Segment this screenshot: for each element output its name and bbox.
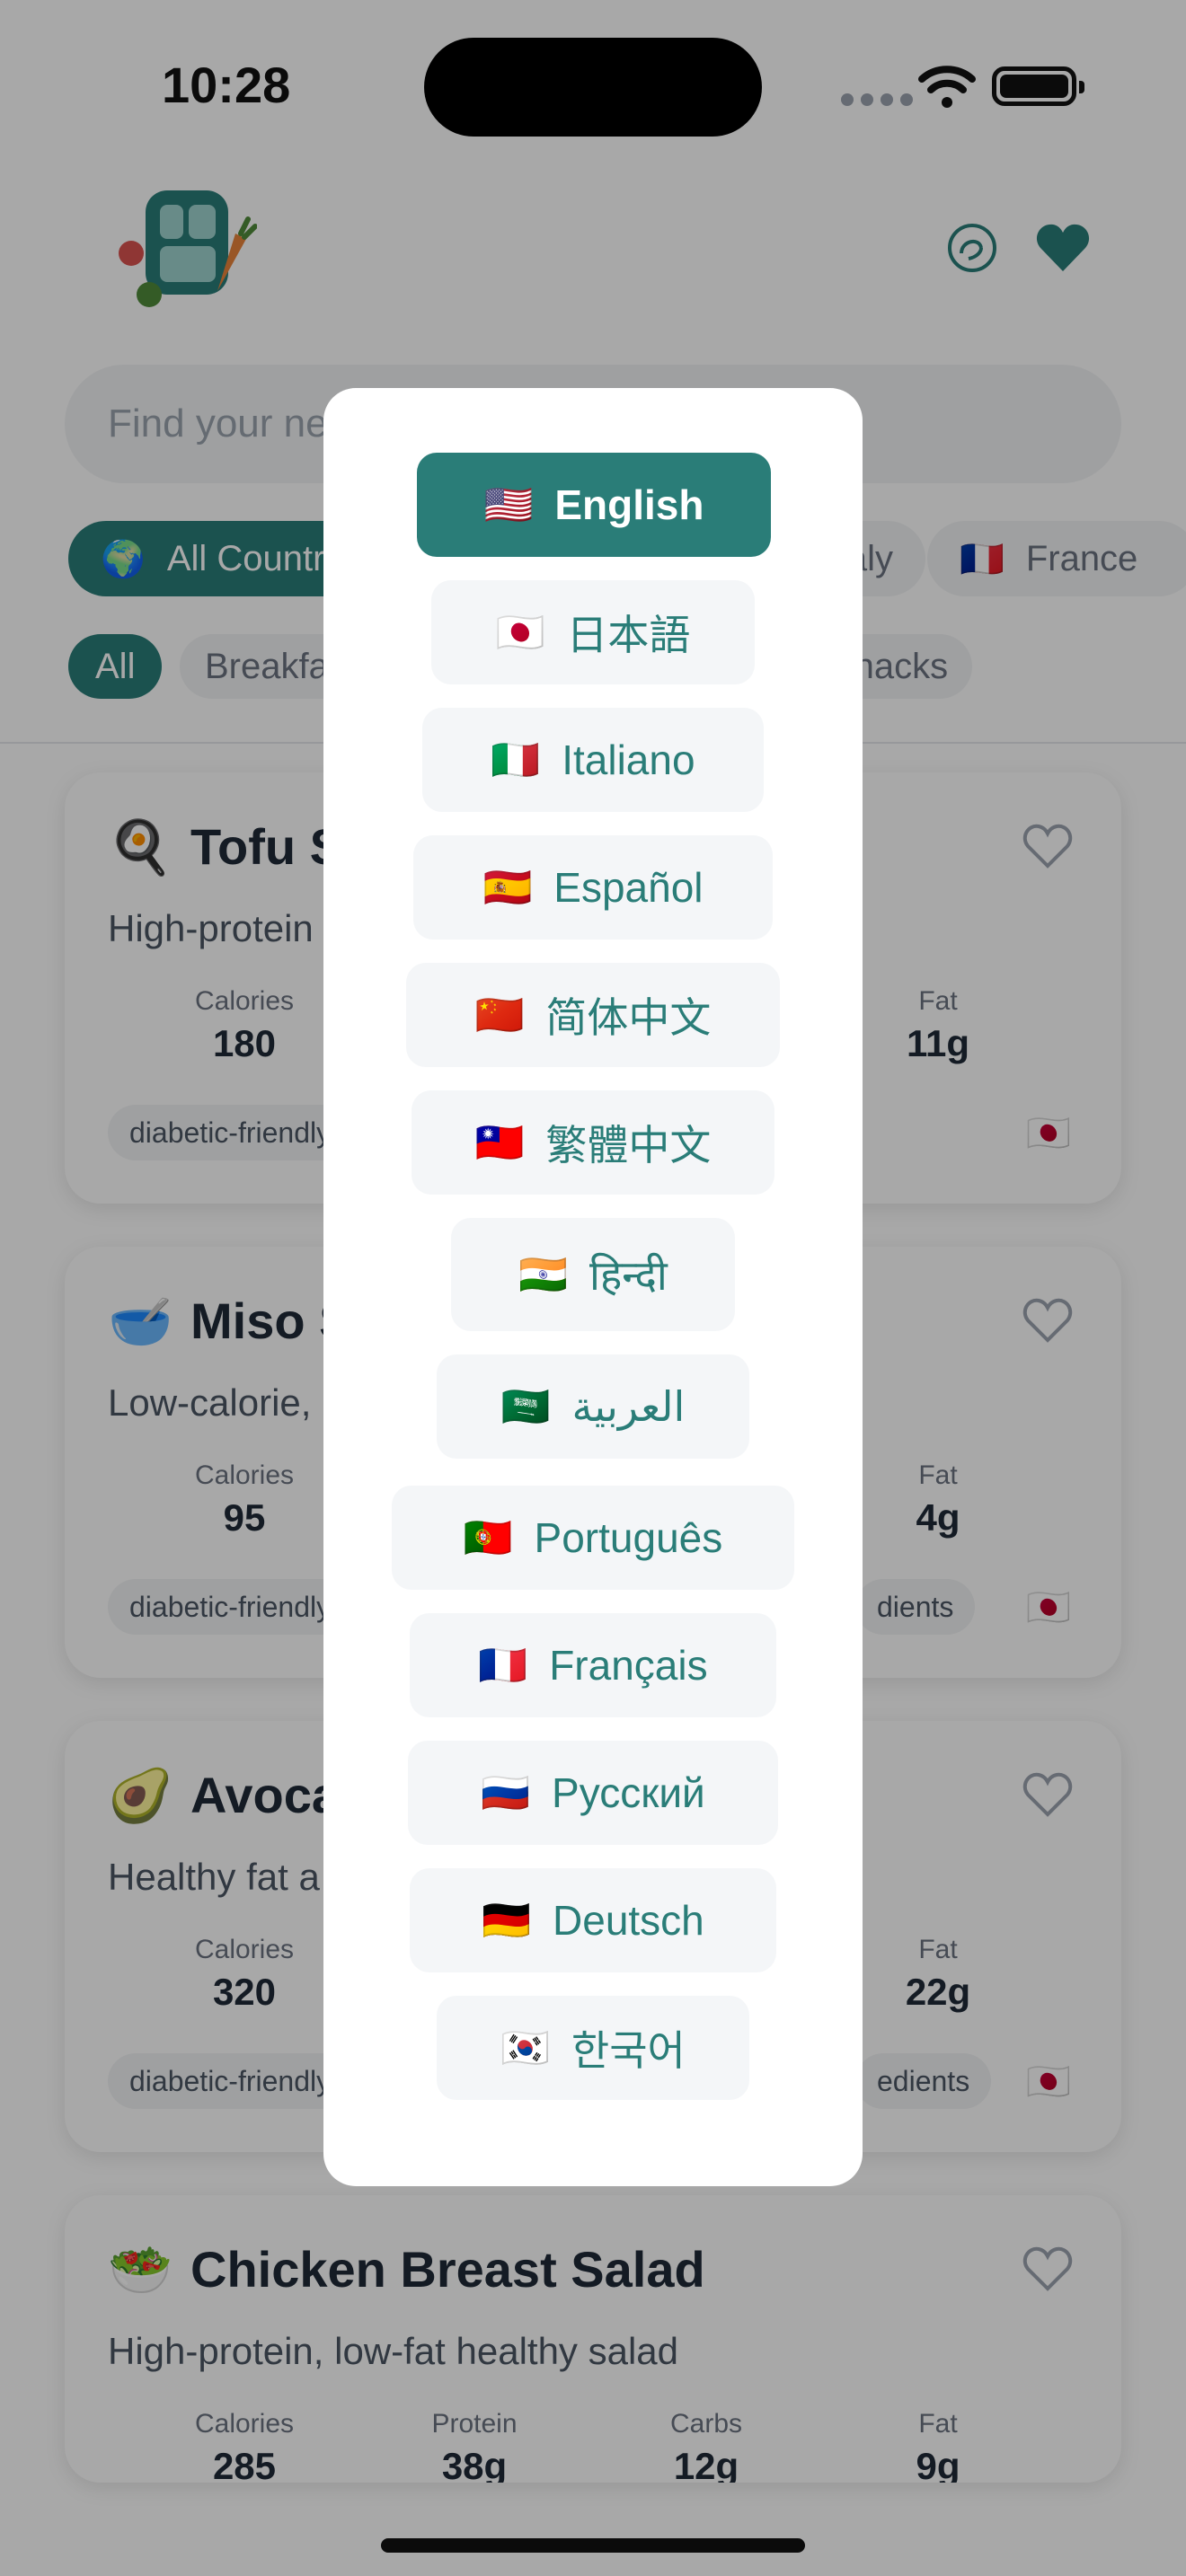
language-label: Русский xyxy=(552,1769,705,1816)
taiwan-flag-icon: 🇹🇼 xyxy=(474,1121,525,1165)
language-option-english[interactable]: 🇺🇸 English xyxy=(417,453,771,557)
language-label: Português xyxy=(534,1514,723,1561)
language-label: 繁體中文 xyxy=(545,1122,712,1169)
france-flag-icon: 🇫🇷 xyxy=(478,1644,528,1688)
language-label: 日本語 xyxy=(566,612,691,658)
language-option-korean[interactable]: 🇰🇷 한국어 xyxy=(437,1996,749,2100)
language-label: English xyxy=(554,481,704,528)
language-option-japanese[interactable]: 🇯🇵 日本語 xyxy=(431,580,755,684)
language-picker-modal: 🇺🇸 English 🇯🇵 日本語 🇮🇹 Italiano 🇪🇸 Español… xyxy=(323,388,863,2186)
language-label: Français xyxy=(549,1642,708,1689)
japan-flag-icon: 🇯🇵 xyxy=(495,611,545,655)
language-option-french[interactable]: 🇫🇷 Français xyxy=(410,1613,776,1717)
language-option-arabic[interactable]: 🇸🇦 العربية xyxy=(437,1354,749,1459)
germany-flag-icon: 🇩🇪 xyxy=(482,1899,532,1943)
language-option-german[interactable]: 🇩🇪 Deutsch xyxy=(410,1868,776,1972)
language-label: العربية xyxy=(571,1383,686,1430)
language-option-russian[interactable]: 🇷🇺 Русский xyxy=(408,1741,778,1845)
us-flag-icon: 🇺🇸 xyxy=(483,483,534,527)
india-flag-icon: 🇮🇳 xyxy=(518,1253,568,1297)
russia-flag-icon: 🇷🇺 xyxy=(481,1771,531,1815)
italy-flag-icon: 🇮🇹 xyxy=(491,738,541,782)
language-option-traditional-chinese[interactable]: 🇹🇼 繁體中文 xyxy=(412,1090,774,1195)
language-option-simplified-chinese[interactable]: 🇨🇳 简体中文 xyxy=(406,963,780,1067)
language-label: Deutsch xyxy=(553,1897,704,1944)
language-option-italian[interactable]: 🇮🇹 Italiano xyxy=(422,708,764,812)
language-label: Español xyxy=(553,864,704,911)
language-label: 한국어 xyxy=(571,2027,686,2074)
language-option-spanish[interactable]: 🇪🇸 Español xyxy=(413,835,773,940)
language-option-portuguese[interactable]: 🇵🇹 Português xyxy=(392,1486,794,1590)
language-label: हिन्दी xyxy=(589,1252,668,1299)
language-label: Italiano xyxy=(562,737,695,783)
korea-flag-icon: 🇰🇷 xyxy=(500,2026,550,2070)
language-label: 简体中文 xyxy=(545,994,712,1041)
china-flag-icon: 🇨🇳 xyxy=(474,993,525,1037)
portugal-flag-icon: 🇵🇹 xyxy=(463,1516,513,1560)
language-option-hindi[interactable]: 🇮🇳 हिन्दी xyxy=(451,1218,735,1331)
spain-flag-icon: 🇪🇸 xyxy=(482,866,533,910)
saudi-flag-icon: 🇸🇦 xyxy=(500,1385,551,1429)
